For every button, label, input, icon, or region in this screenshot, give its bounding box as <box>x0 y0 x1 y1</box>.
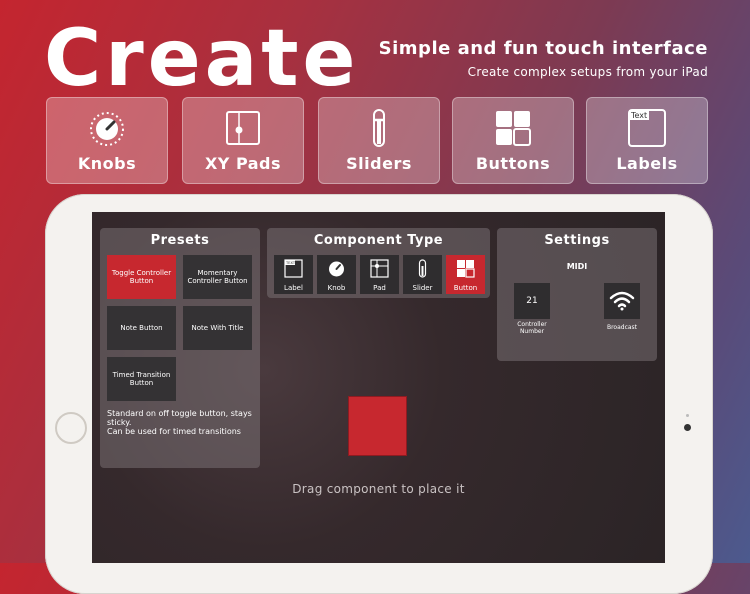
feature-xy-pads: XY Pads <box>182 97 304 184</box>
drag-hint: Drag component to place it <box>292 482 465 496</box>
presets-title: Presets <box>150 233 210 248</box>
component-type-title: Component Type <box>313 233 444 248</box>
tagline: Simple and fun touch interface <box>378 38 708 59</box>
broadcast-label: Broadcast <box>606 324 638 331</box>
component-pad-text: Pad <box>373 284 386 292</box>
component-slider[interactable]: Slider <box>403 255 442 294</box>
hero-title: Create <box>44 14 360 104</box>
feature-label: XY Pads <box>204 154 282 173</box>
feature-label: Buttons <box>475 154 551 173</box>
placed-button-component[interactable] <box>349 397 406 455</box>
broadcast-toggle[interactable] <box>604 283 640 319</box>
controller-number-label: Controller Number <box>517 321 547 335</box>
buttons-grid-icon <box>457 260 475 278</box>
label-icon-text: TEXT <box>285 261 296 265</box>
feature-buttons: Buttons <box>452 97 574 184</box>
controller-number-field[interactable]: 21 <box>514 283 550 319</box>
component-pad[interactable]: Pad <box>360 255 399 294</box>
midi-section-label: MIDI <box>566 262 588 271</box>
label-icon: TEXT <box>284 259 303 278</box>
knob-icon <box>329 261 344 277</box>
preset-description: Standard on off toggle button, stays sti… <box>107 409 252 436</box>
component-knob-text: Knob <box>327 284 346 292</box>
label-icon-text: Text <box>630 111 647 120</box>
settings-panel: Settings MIDI 21 Controller Number Broad… <box>497 228 657 361</box>
slider-icon <box>373 109 385 147</box>
xy-pad-icon <box>370 259 389 278</box>
preset-momentary-controller-button[interactable]: Momentary Controller Button <box>183 255 252 299</box>
wifi-icon <box>609 291 635 311</box>
home-button[interactable] <box>55 412 87 444</box>
feature-label: Knobs <box>77 154 137 173</box>
component-label-text: Label <box>284 284 303 292</box>
component-knob[interactable]: Knob <box>317 255 356 294</box>
preset-timed-transition-button[interactable]: Timed Transition Button <box>107 357 176 401</box>
tagline-block: Simple and fun touch interface Create co… <box>379 38 708 79</box>
presets-panel: Presets Toggle Controller Button Momenta… <box>100 228 260 468</box>
component-button[interactable]: Button <box>446 255 485 294</box>
feature-labels: Text Labels <box>586 97 708 184</box>
knob-icon <box>90 112 124 146</box>
app-screen: Presets Toggle Controller Button Momenta… <box>92 212 665 563</box>
xy-pad-icon <box>226 111 260 145</box>
feature-knobs: Knobs <box>46 97 168 184</box>
slider-icon <box>418 259 427 278</box>
component-button-text: Button <box>453 284 478 292</box>
feature-label: Labels <box>616 154 678 173</box>
settings-title: Settings <box>544 233 610 248</box>
feature-sliders: Sliders <box>318 97 440 184</box>
sensor-dot <box>686 414 689 417</box>
feature-label: Sliders <box>346 154 412 173</box>
camera-dot <box>684 424 691 431</box>
preset-note-with-title[interactable]: Note With Title <box>183 306 252 350</box>
text-label-icon: Text <box>628 109 666 147</box>
buttons-grid-icon <box>496 111 531 146</box>
component-label[interactable]: TEXT Label <box>274 255 313 294</box>
preset-note-button[interactable]: Note Button <box>107 306 176 350</box>
feature-tiles: Knobs XY Pads Sliders Buttons Text Label… <box>46 97 708 184</box>
component-slider-text: Slider <box>412 284 433 292</box>
component-type-panel: Component Type TEXT Label Knob Pad Slide… <box>267 228 490 298</box>
preset-toggle-controller-button[interactable]: Toggle Controller Button <box>107 255 176 299</box>
subtagline: Create complex setups from your iPad <box>467 65 708 79</box>
